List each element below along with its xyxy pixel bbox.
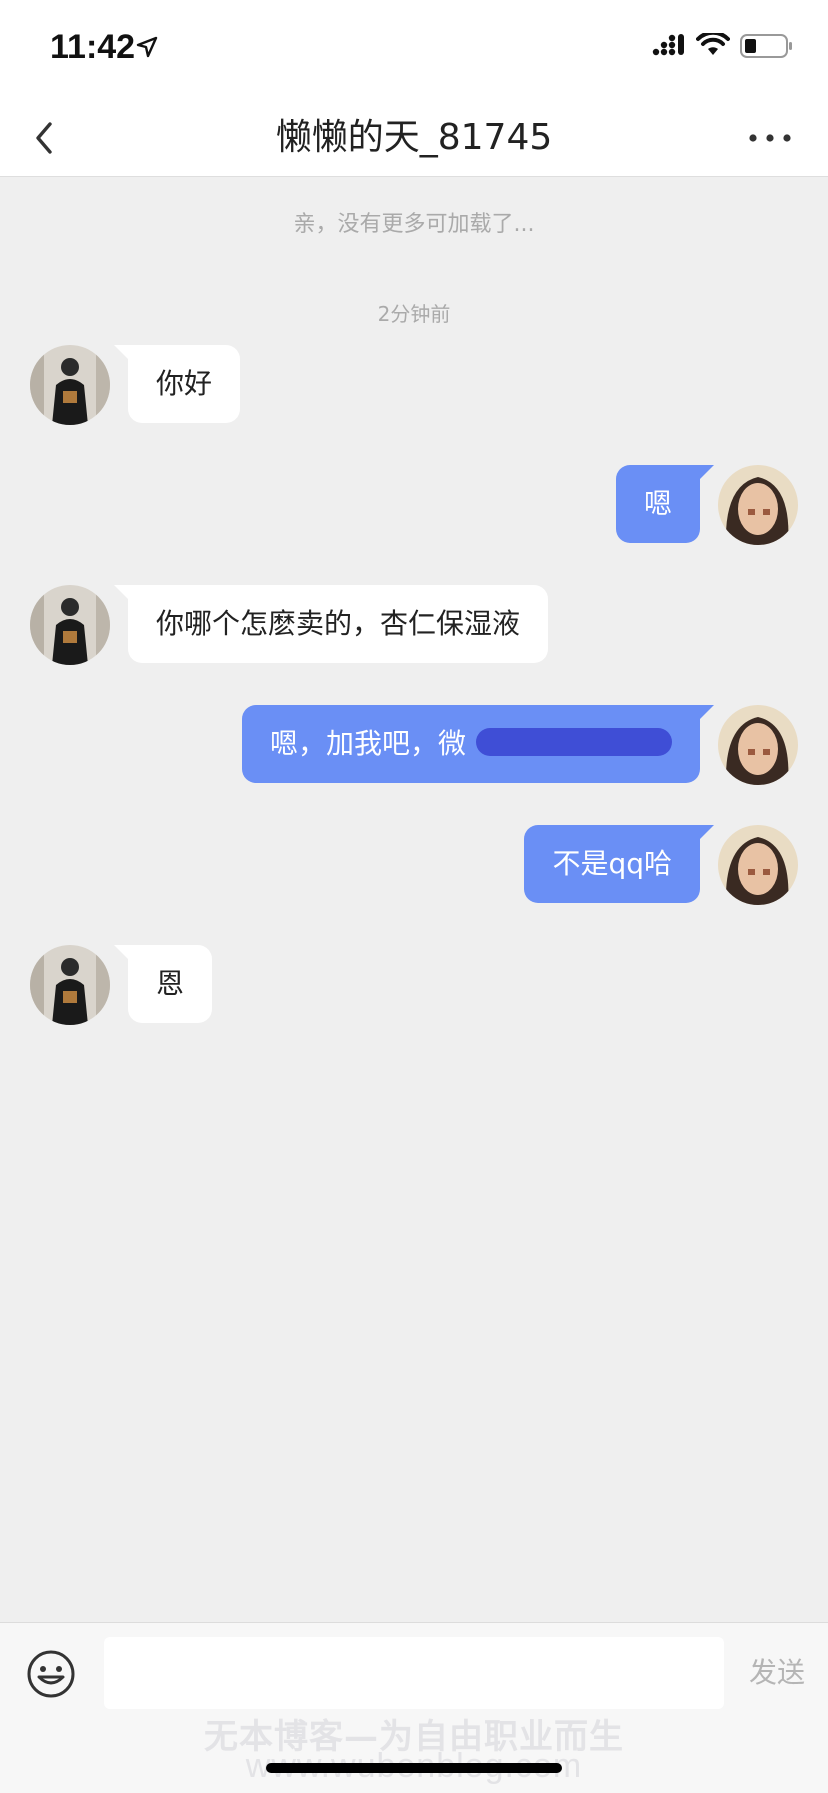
- status-time: 11:42: [50, 28, 136, 66]
- message-input-bar: 发送 无本博客—为自由职业而生 www.wubenblog.com: [0, 1622, 828, 1793]
- my-avatar-image: [718, 705, 798, 785]
- incoming-message: 你好: [0, 345, 828, 425]
- back-chevron-icon[interactable]: [30, 116, 60, 160]
- outgoing-message: 不是qq哈: [0, 825, 828, 905]
- navigation-bar: 懒懒的天_81745: [0, 100, 828, 177]
- contact-avatar-image: [30, 345, 110, 425]
- redaction-mark: [476, 728, 672, 756]
- my-avatar[interactable]: [718, 705, 798, 785]
- my-avatar[interactable]: [718, 825, 798, 905]
- location-arrow-icon: [136, 36, 158, 58]
- message-text-input[interactable]: [104, 1637, 724, 1709]
- message-bubble: 嗯: [615, 465, 715, 543]
- no-more-messages-notice: 亲，没有更多可加载了...: [293, 212, 535, 237]
- battery-icon: [740, 34, 792, 58]
- emoji-icon[interactable]: [26, 1649, 76, 1699]
- my-avatar[interactable]: [718, 465, 798, 545]
- status-bar: 11:42: [0, 0, 828, 100]
- contact-avatar-image: [30, 585, 110, 665]
- incoming-message: 恩: [0, 945, 828, 1025]
- message-timestamp: 2分钟前: [377, 302, 451, 326]
- outgoing-message: 嗯，加我吧，微: [0, 705, 828, 785]
- contact-avatar[interactable]: [30, 585, 110, 665]
- send-button[interactable]: 发送: [742, 1637, 812, 1709]
- contact-avatar-image: [30, 945, 110, 1025]
- contact-avatar[interactable]: [30, 945, 110, 1025]
- more-options-icon[interactable]: [748, 128, 792, 148]
- cellular-signal-icon: [652, 34, 684, 56]
- outgoing-message: 嗯: [0, 465, 828, 545]
- page-title: 懒懒的天_81745: [275, 117, 553, 158]
- home-indicator[interactable]: [266, 1763, 562, 1773]
- incoming-message: 你哪个怎麽卖的，杏仁保湿液: [0, 585, 828, 665]
- contact-avatar[interactable]: [30, 345, 110, 425]
- message-bubble: 恩: [113, 945, 213, 1023]
- message-bubble: 嗯，加我吧，微: [241, 705, 715, 783]
- my-avatar-image: [718, 825, 798, 905]
- message-bubble: 不是qq哈: [524, 825, 714, 903]
- wifi-icon: [696, 33, 730, 55]
- message-bubble: 你哪个怎麽卖的，杏仁保湿液: [113, 585, 549, 663]
- message-bubble: 你好: [113, 345, 241, 423]
- my-avatar-image: [718, 465, 798, 545]
- message-text: 嗯，加我吧，微: [269, 727, 466, 760]
